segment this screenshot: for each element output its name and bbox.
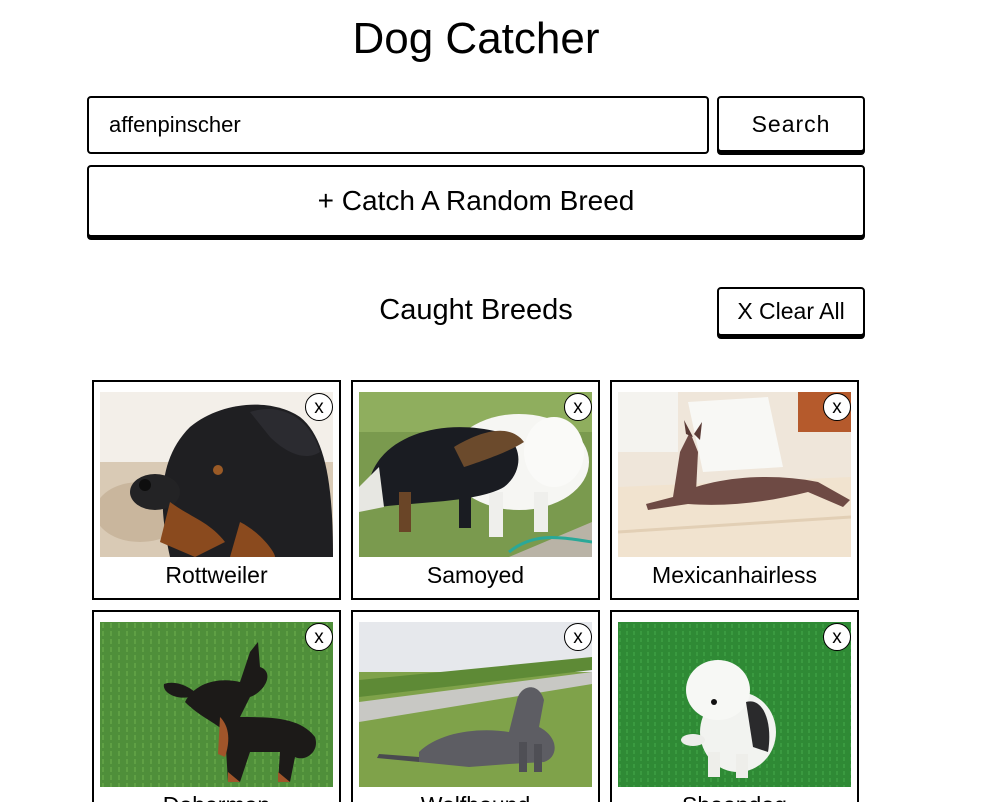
breed-name: Doberman xyxy=(94,792,339,802)
breed-card-wolfhound: x Wolfhound xyxy=(351,610,600,802)
breed-name: Wolfhound xyxy=(353,792,598,802)
breed-name: Samoyed xyxy=(426,562,525,588)
breed-photo xyxy=(100,392,333,557)
breed-photo xyxy=(618,392,851,557)
breed-card-rottweiler: x Rottweiler xyxy=(92,380,341,600)
breed-photo xyxy=(359,622,592,787)
search-button[interactable]: Search xyxy=(717,96,865,152)
clear-all-button[interactable]: X Clear All xyxy=(717,287,865,336)
breed-name: Rottweiler xyxy=(165,562,268,588)
remove-breed-button[interactable]: x xyxy=(305,623,333,651)
app-title: Dog Catcher xyxy=(352,14,600,63)
breed-name: Mexicanhairless xyxy=(652,562,817,588)
breed-card-mexicanhairless: x Mexicanhairless xyxy=(610,380,859,600)
breed-card-sheepdog: x Sheepdog xyxy=(610,610,859,802)
remove-breed-button[interactable]: x xyxy=(564,393,592,421)
breed-card-samoyed: x Samoyed xyxy=(351,380,600,600)
breed-photo xyxy=(618,622,851,787)
dog-catcher-app: Dog Catcher Search + Catch A Random Bree… xyxy=(0,0,982,802)
catch-random-breed-button[interactable]: + Catch A Random Breed xyxy=(87,165,865,237)
remove-breed-button[interactable]: x xyxy=(823,393,851,421)
breed-card-doberman: x Doberman xyxy=(92,610,341,802)
breed-name: Sheepdog xyxy=(612,792,857,802)
breed-photo xyxy=(100,622,333,787)
breed-photo xyxy=(359,392,592,557)
remove-breed-button[interactable]: x xyxy=(823,623,851,651)
remove-breed-button[interactable]: x xyxy=(305,393,333,421)
remove-breed-button[interactable]: x xyxy=(564,623,592,651)
search-input[interactable] xyxy=(87,96,709,154)
